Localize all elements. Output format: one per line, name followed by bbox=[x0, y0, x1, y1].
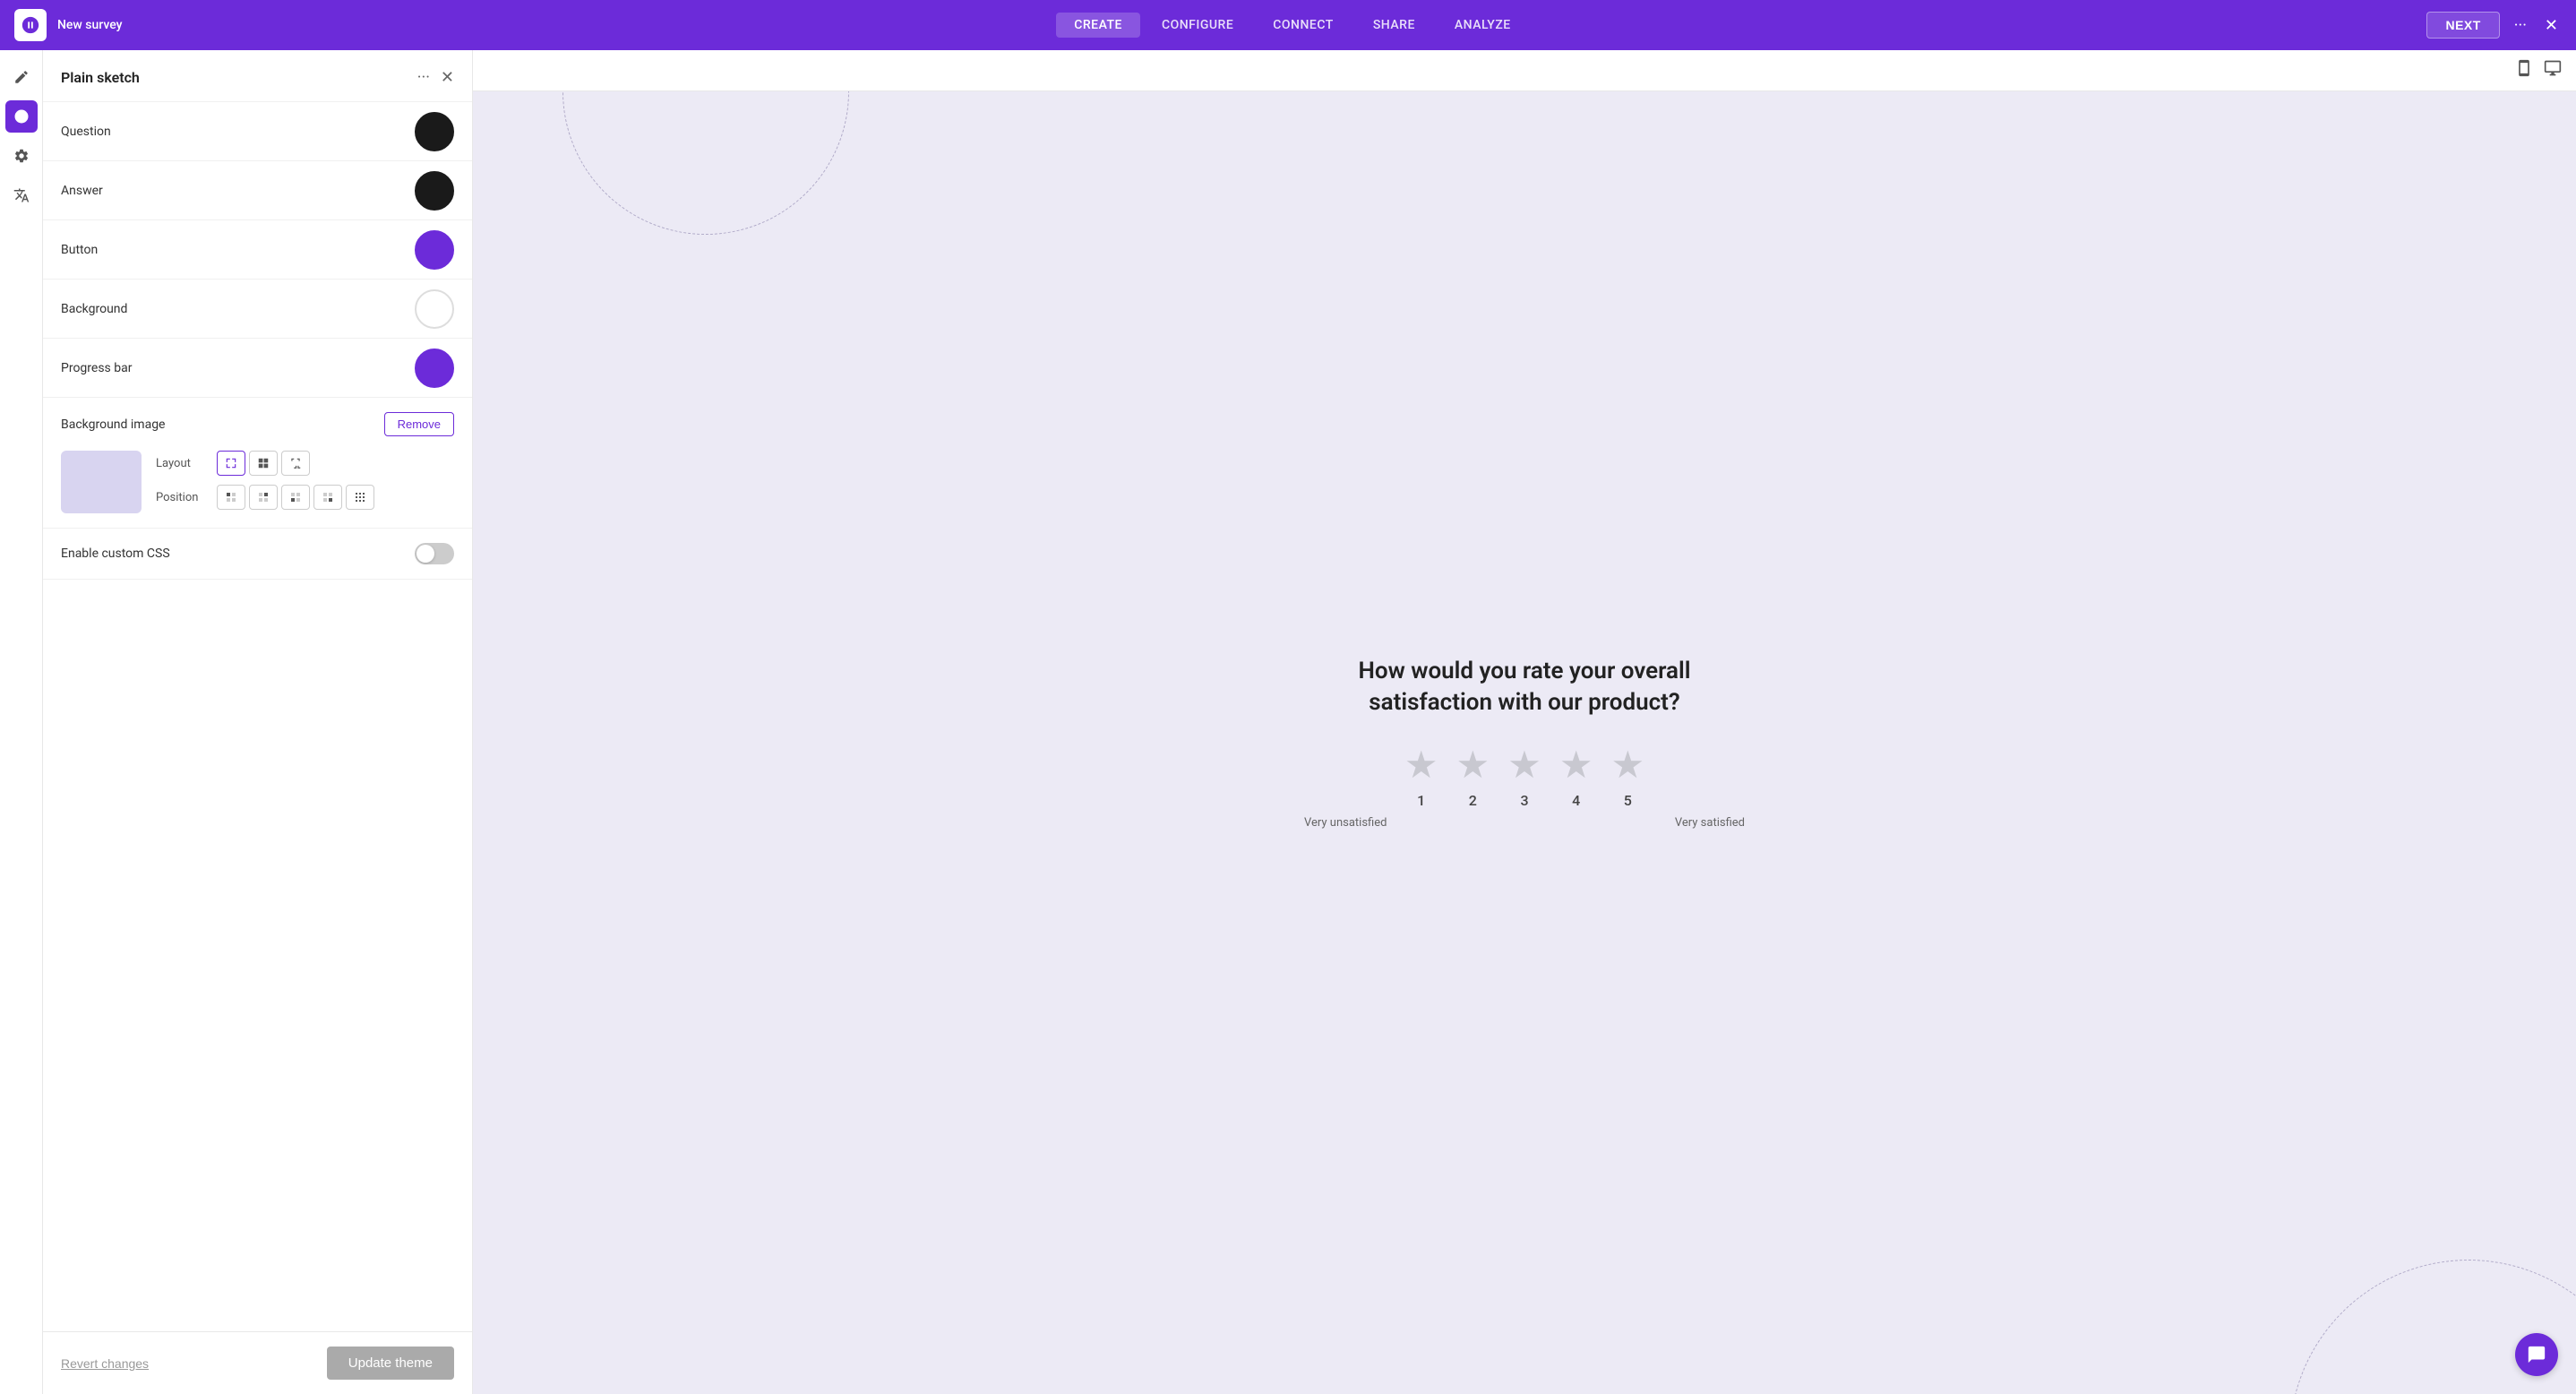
toggle-knob bbox=[416, 545, 434, 563]
star-num-3: 3 bbox=[1520, 792, 1528, 809]
left-sidebar bbox=[0, 50, 43, 1394]
panel-footer: Revert changes Update theme bbox=[43, 1331, 472, 1394]
star-icon-1: ★ bbox=[1404, 747, 1438, 785]
panel-header: Plain sketch ··· ✕ bbox=[43, 50, 472, 102]
star-icon-2: ★ bbox=[1456, 747, 1490, 785]
position-options bbox=[217, 485, 374, 510]
layout-fit[interactable] bbox=[217, 451, 245, 476]
star-item-2[interactable]: ★ 2 bbox=[1456, 747, 1490, 809]
top-nav: New survey CREATE CONFIGURE CONNECT SHAR… bbox=[0, 0, 2576, 50]
panel-close-icon[interactable]: ✕ bbox=[441, 68, 454, 87]
survey-question: How would you rate your overall satisfac… bbox=[1301, 656, 1748, 719]
chat-bubble[interactable] bbox=[2515, 1333, 2558, 1376]
position-bottom-left[interactable] bbox=[313, 485, 342, 510]
decorative-circle-top bbox=[562, 91, 849, 235]
panel-header-actions: ··· ✕ bbox=[417, 68, 454, 87]
panel-dots-icon[interactable]: ··· bbox=[417, 68, 430, 87]
desktop-view-icon[interactable] bbox=[2544, 59, 2562, 82]
position-top-left[interactable] bbox=[217, 485, 245, 510]
sidebar-item-translate[interactable] bbox=[5, 179, 38, 211]
star-item-1[interactable]: ★ 1 bbox=[1404, 747, 1438, 809]
background-image-header: Background image Remove bbox=[61, 412, 454, 436]
progress-bar-color-swatch[interactable] bbox=[415, 348, 454, 388]
progress-bar-color-row: Progress bar bbox=[43, 339, 472, 398]
sidebar-item-settings[interactable] bbox=[5, 140, 38, 172]
survey-title: New survey bbox=[57, 18, 123, 32]
answer-label: Answer bbox=[61, 184, 103, 198]
preview-area: How would you rate your overall satisfac… bbox=[473, 50, 2576, 1394]
tab-share[interactable]: SHARE bbox=[1355, 13, 1433, 38]
answer-color-swatch[interactable] bbox=[415, 171, 454, 211]
star-item-5[interactable]: ★ 5 bbox=[1610, 747, 1644, 809]
background-image-controls: Layout Position bbox=[61, 451, 454, 513]
star-num-4: 4 bbox=[1572, 792, 1580, 809]
question-color-row: Question bbox=[43, 102, 472, 161]
logo bbox=[14, 9, 47, 41]
progress-bar-label: Progress bar bbox=[61, 361, 132, 375]
star-num-5: 5 bbox=[1624, 792, 1632, 809]
question-color-swatch[interactable] bbox=[415, 112, 454, 151]
position-top-right[interactable] bbox=[281, 485, 310, 510]
preview-content: How would you rate your overall satisfac… bbox=[473, 91, 2576, 1394]
mobile-view-icon[interactable] bbox=[2515, 59, 2533, 82]
very-satisfied-label: Very satisfied bbox=[1675, 816, 1745, 830]
star-item-4[interactable]: ★ 4 bbox=[1559, 747, 1593, 809]
nav-tabs: CREATE CONFIGURE CONNECT SHARE ANALYZE bbox=[159, 13, 2427, 38]
star-num-2: 2 bbox=[1469, 792, 1477, 809]
survey-card: How would you rate your overall satisfac… bbox=[1301, 656, 1748, 830]
position-control-row: Position bbox=[156, 485, 454, 510]
layout-position-controls: Layout Position bbox=[156, 451, 454, 513]
background-color-row: Background bbox=[43, 280, 472, 339]
background-color-swatch[interactable] bbox=[415, 289, 454, 329]
custom-css-label: Enable custom CSS bbox=[61, 546, 170, 561]
next-button[interactable]: NEXT bbox=[2426, 12, 2499, 39]
tab-create[interactable]: CREATE bbox=[1056, 13, 1140, 38]
position-bottom-right[interactable] bbox=[346, 485, 374, 510]
star-item-3[interactable]: ★ 3 bbox=[1507, 747, 1541, 809]
tab-analyze[interactable]: ANALYZE bbox=[1437, 13, 1529, 38]
layout-control-row: Layout bbox=[156, 451, 454, 476]
tab-connect[interactable]: CONNECT bbox=[1255, 13, 1352, 38]
answer-color-row: Answer bbox=[43, 161, 472, 220]
button-color-swatch[interactable] bbox=[415, 230, 454, 270]
layout-options bbox=[217, 451, 310, 476]
panel-title: Plain sketch bbox=[61, 69, 140, 86]
very-unsatisfied-label: Very unsatisfied bbox=[1304, 816, 1387, 830]
star-icon-5: ★ bbox=[1610, 747, 1644, 785]
question-label: Question bbox=[61, 125, 111, 139]
sidebar-item-theme[interactable] bbox=[5, 100, 38, 133]
custom-css-row: Enable custom CSS bbox=[43, 529, 472, 580]
background-label: Background bbox=[61, 302, 127, 316]
button-label: Button bbox=[61, 243, 98, 257]
star-rating-row: ★ 1 ★ 2 ★ 3 ★ 4 ★ 5 bbox=[1301, 747, 1748, 809]
nav-right: NEXT ··· ✕ bbox=[2426, 12, 2562, 39]
close-icon[interactable]: ✕ bbox=[2541, 13, 2562, 39]
custom-css-toggle[interactable] bbox=[415, 543, 454, 564]
layout-label: Layout bbox=[156, 457, 210, 470]
layout-tile[interactable] bbox=[249, 451, 278, 476]
sidebar-item-edit[interactable] bbox=[5, 61, 38, 93]
layout-stretch[interactable] bbox=[281, 451, 310, 476]
theme-panel: Plain sketch ··· ✕ Question Answer Butto… bbox=[43, 50, 473, 1394]
star-labels: Very unsatisfied Very satisfied bbox=[1301, 816, 1748, 830]
preview-toolbar bbox=[473, 50, 2576, 91]
update-theme-button[interactable]: Update theme bbox=[327, 1347, 454, 1380]
button-color-row: Button bbox=[43, 220, 472, 280]
star-icon-4: ★ bbox=[1559, 747, 1593, 785]
background-thumbnail[interactable] bbox=[61, 451, 142, 513]
remove-button[interactable]: Remove bbox=[384, 412, 454, 436]
position-label: Position bbox=[156, 491, 210, 504]
revert-button[interactable]: Revert changes bbox=[61, 1356, 149, 1371]
position-top-center[interactable] bbox=[249, 485, 278, 510]
star-num-1: 1 bbox=[1417, 792, 1425, 809]
more-options-icon[interactable]: ··· bbox=[2511, 13, 2530, 39]
star-icon-3: ★ bbox=[1507, 747, 1541, 785]
background-image-label: Background image bbox=[61, 417, 165, 432]
tab-configure[interactable]: CONFIGURE bbox=[1144, 13, 1251, 38]
background-image-section: Background image Remove Layout bbox=[43, 398, 472, 529]
